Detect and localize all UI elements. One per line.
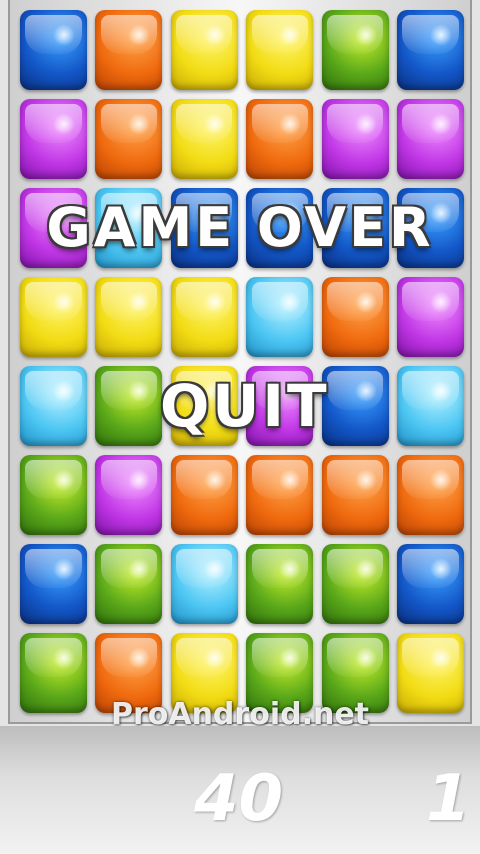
gem-green[interactable] <box>20 455 87 535</box>
score-value: 40 <box>194 762 284 836</box>
gem-grid <box>20 10 464 713</box>
gem-yellow[interactable] <box>170 99 238 179</box>
gem-green[interactable] <box>246 544 314 624</box>
gem-purple[interactable] <box>396 277 464 357</box>
gem-cyan[interactable] <box>20 366 87 446</box>
gem-purple[interactable] <box>95 455 163 535</box>
gem-blue[interactable] <box>396 10 464 90</box>
game-over-title: GAME OVER <box>46 196 434 259</box>
gem-orange[interactable] <box>246 455 314 535</box>
gem-purple[interactable] <box>20 99 87 179</box>
gem-yellow[interactable] <box>20 277 87 357</box>
gem-cyan[interactable] <box>170 544 238 624</box>
gem-orange[interactable] <box>321 455 389 535</box>
gem-orange[interactable] <box>246 99 314 179</box>
gem-blue[interactable] <box>396 544 464 624</box>
game-board <box>8 0 472 724</box>
gem-orange[interactable] <box>396 455 464 535</box>
gem-yellow[interactable] <box>170 277 238 357</box>
level-value: 1 <box>426 762 471 836</box>
gem-cyan[interactable] <box>396 366 464 446</box>
gem-orange[interactable] <box>95 10 163 90</box>
gem-orange[interactable] <box>321 277 389 357</box>
gem-purple[interactable] <box>321 99 389 179</box>
gem-yellow[interactable] <box>95 277 163 357</box>
gem-yellow[interactable] <box>246 10 314 90</box>
gem-cyan[interactable] <box>246 277 314 357</box>
gem-yellow[interactable] <box>170 10 238 90</box>
gem-blue[interactable] <box>20 10 87 90</box>
gem-orange[interactable] <box>170 455 238 535</box>
gem-purple[interactable] <box>396 99 464 179</box>
gem-green[interactable] <box>95 366 163 446</box>
gem-green[interactable] <box>321 544 389 624</box>
quit-button[interactable]: QUIT <box>160 372 327 440</box>
gem-orange[interactable] <box>95 99 163 179</box>
gem-green[interactable] <box>95 544 163 624</box>
gem-blue[interactable] <box>321 366 389 446</box>
gem-green[interactable] <box>321 10 389 90</box>
gem-blue[interactable] <box>20 544 87 624</box>
